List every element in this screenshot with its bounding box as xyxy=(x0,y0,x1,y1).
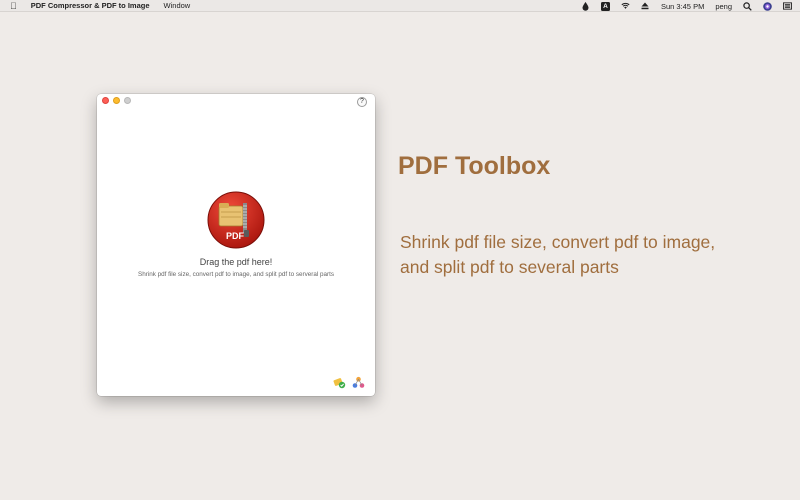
promo-line-1: Shrink pdf file size, convert pdf to ima… xyxy=(400,232,716,252)
notification-center-icon[interactable] xyxy=(783,2,792,11)
drop-icon[interactable] xyxy=(581,1,590,11)
user-name[interactable]: peng xyxy=(715,2,732,11)
window-controls xyxy=(102,97,131,104)
menu-bar-left:  PDF Compressor & PDF to Image Window xyxy=(0,0,190,12)
menu-window[interactable]: Window xyxy=(164,1,191,10)
search-icon[interactable] xyxy=(743,1,752,11)
menu-bar-status: A Sun 3:45 PM peng xyxy=(581,0,792,12)
close-button[interactable] xyxy=(102,97,109,104)
eject-icon[interactable] xyxy=(641,2,650,11)
promo-title: PDF Toolbox xyxy=(398,152,551,180)
promo-description: Shrink pdf file size, convert pdf to ima… xyxy=(400,230,790,280)
promo-line-2: and split pdf to several parts xyxy=(400,257,619,277)
menu-app-name[interactable]: PDF Compressor & PDF to Image xyxy=(31,1,150,10)
drop-title: Drag the pdf here! xyxy=(199,257,273,267)
share-tool-icon[interactable] xyxy=(352,376,365,389)
drop-subtitle: Shrink pdf file size, convert pdf to ima… xyxy=(138,271,334,278)
minimize-button[interactable] xyxy=(113,97,120,104)
wifi-icon[interactable] xyxy=(621,2,630,11)
pdf-compressor-icon: PDF xyxy=(206,190,266,250)
keyboard-input-icon[interactable]: A xyxy=(600,1,610,11)
siri-icon[interactable] xyxy=(763,1,772,11)
icon-badge-text: PDF xyxy=(226,231,245,241)
app-window[interactable]: ? PDF Drag the pdf here! Shrink pdf file… xyxy=(97,94,375,396)
menu-bar:  PDF Compressor & PDF to Image Window A… xyxy=(0,0,800,12)
zoom-button[interactable] xyxy=(124,97,131,104)
settings-tool-icon[interactable] xyxy=(333,376,346,389)
help-button[interactable]: ? xyxy=(357,97,367,107)
bottom-toolbar xyxy=(333,376,365,389)
clock[interactable]: Sun 3:45 PM xyxy=(661,2,704,11)
apple-menu-icon[interactable]:  xyxy=(10,0,17,12)
